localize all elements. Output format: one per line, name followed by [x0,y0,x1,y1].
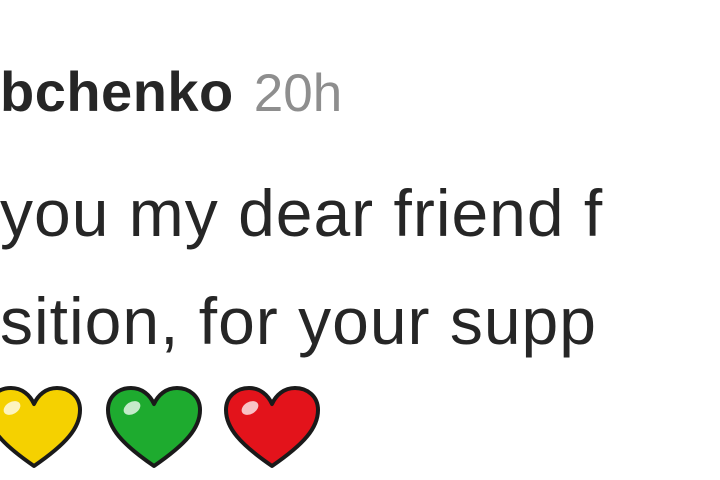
comment-header: bchenko 20h [0,64,342,123]
comment-card: bchenko 20h you my dear friend f sition, … [0,0,720,480]
green-heart-icon [106,386,202,468]
comment-text-line: you my dear friend f [0,176,604,250]
comment-text-line: sition, for your supp [0,284,597,358]
emoji-row [0,384,720,474]
red-heart-icon [224,386,320,468]
author-username[interactable]: bchenko [0,60,234,123]
comment-timestamp[interactable]: 20h [254,64,342,123]
yellow-heart-icon [0,386,82,468]
